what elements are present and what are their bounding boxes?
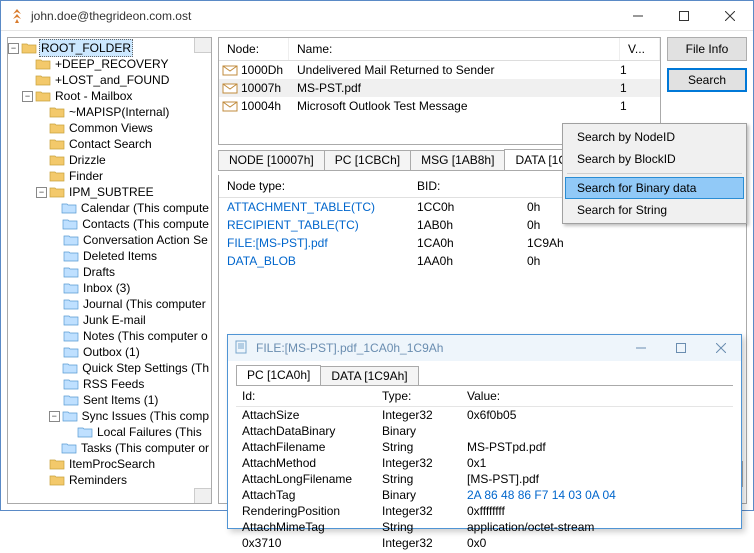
tree-item[interactable]: −IPM_SUBTREE <box>8 184 211 200</box>
property-row[interactable]: AttachMethodInteger320x1 <box>236 455 733 471</box>
close-button[interactable] <box>707 1 753 31</box>
tree-twisty[interactable]: − <box>22 91 33 102</box>
property-row[interactable]: AttachDataBinaryBinary <box>236 423 733 439</box>
property-row[interactable]: AttachSizeInteger320x6f0b05 <box>236 407 733 423</box>
folder-tree[interactable]: −ROOT_FOLDER+DEEP_RECOVERY+LOST_and_FOUN… <box>7 37 212 504</box>
tree-item[interactable]: Local Failures (This <box>8 424 211 440</box>
tree-item[interactable]: Calendar (This compute <box>8 200 211 216</box>
tab-node[interactable]: NODE [10007h] <box>218 150 325 170</box>
tree-item[interactable]: Drafts <box>8 264 211 280</box>
tree-item[interactable]: +LOST_and_FOUND <box>8 72 211 88</box>
col-nodetype[interactable]: Node type: <box>219 175 409 197</box>
tab-msg[interactable]: MSG [1AB8h] <box>410 150 505 170</box>
tree-twisty[interactable]: − <box>8 43 19 54</box>
col-name[interactable]: Name: <box>289 38 620 60</box>
property-row[interactable]: AttachTagBinary2A 86 48 86 F7 14 03 0A 0… <box>236 487 733 503</box>
property-row[interactable]: RenderingPositionInteger320xffffffff <box>236 503 733 519</box>
col-node[interactable]: Node: <box>219 38 289 60</box>
tree-item[interactable]: RSS Feeds <box>8 376 211 392</box>
col-bid[interactable]: BID: <box>409 175 519 197</box>
col-v[interactable]: V... <box>620 38 660 60</box>
tree-item[interactable]: Journal (This computer <box>8 296 211 312</box>
tree-twisty[interactable]: − <box>36 187 47 198</box>
property-window: FILE:[MS-PST].pdf_1CA0h_1C9Ah PC [1CA0h]… <box>227 334 742 529</box>
node-row[interactable]: 10007hMS-PST.pdf1 <box>219 79 660 97</box>
tree-item[interactable]: −ROOT_FOLDER <box>8 40 211 56</box>
tree-item[interactable]: Inbox (3) <box>8 280 211 296</box>
subtab-pc[interactable]: PC [1CA0h] <box>236 365 321 385</box>
tree-item[interactable]: −Root - Mailbox <box>8 88 211 104</box>
subwin-close[interactable] <box>701 335 741 361</box>
maximize-button[interactable] <box>661 1 707 31</box>
tree-item[interactable]: +DEEP_RECOVERY <box>8 56 211 72</box>
tree-item[interactable]: Junk E-mail <box>8 312 211 328</box>
tree-item[interactable]: Reminders <box>8 472 211 488</box>
minimize-button[interactable] <box>615 1 661 31</box>
tree-item[interactable]: Sent Items (1) <box>8 392 211 408</box>
tree-item[interactable]: Drizzle <box>8 152 211 168</box>
menu-separator <box>567 173 742 174</box>
search-button[interactable]: Search <box>667 68 747 92</box>
mail-icon <box>219 100 241 112</box>
node-row[interactable]: 10004hMicrosoft Outlook Test Message1 <box>219 97 660 115</box>
doc-icon <box>234 340 250 356</box>
tree-item[interactable]: Quick Step Settings (Th <box>8 360 211 376</box>
col-value[interactable]: Value: <box>461 386 733 406</box>
tree-item[interactable]: Tasks (This computer or <box>8 440 211 456</box>
mail-icon <box>219 82 241 94</box>
tree-item[interactable]: Contacts (This compute <box>8 216 211 232</box>
tree-item[interactable]: Contact Search <box>8 136 211 152</box>
search-blockid[interactable]: Search by BlockID <box>565 148 744 170</box>
tree-item[interactable]: Deleted Items <box>8 248 211 264</box>
tree-item[interactable]: −Sync Issues (This comp <box>8 408 211 424</box>
property-row[interactable]: AttachFilenameStringMS-PSTpd.pdf <box>236 439 733 455</box>
property-row[interactable]: AttachLongFilenameString[MS-PST].pdf <box>236 471 733 487</box>
file-info-button[interactable]: File Info <box>667 37 747 61</box>
search-binary[interactable]: Search for Binary data <box>565 177 744 199</box>
node-row[interactable]: 1000DhUndelivered Mail Returned to Sende… <box>219 61 660 79</box>
tree-item[interactable]: Finder <box>8 168 211 184</box>
tree-item[interactable]: ~MAPISP(Internal) <box>8 104 211 120</box>
subwin-minimize[interactable] <box>621 335 661 361</box>
tree-item[interactable]: Notes (This computer o <box>8 328 211 344</box>
tree-item[interactable]: Outbox (1) <box>8 344 211 360</box>
search-string[interactable]: Search for String <box>565 199 744 221</box>
property-row[interactable]: AttachMimeTagStringapplication/octet-str… <box>236 519 733 535</box>
col-id[interactable]: Id: <box>236 386 376 406</box>
subwin-title: FILE:[MS-PST].pdf_1CA0h_1C9Ah <box>256 341 621 355</box>
tree-item[interactable]: Conversation Action Se <box>8 232 211 248</box>
subtab-data[interactable]: DATA [1C9Ah] <box>320 366 418 385</box>
tree-item[interactable]: ItemProcSearch <box>8 456 211 472</box>
nodetype-row[interactable]: DATA_BLOB1AA0h0h <box>219 252 746 270</box>
nodetype-row[interactable]: FILE:[MS-PST].pdf1CA0h1C9Ah <box>219 234 746 252</box>
tree-twisty[interactable]: − <box>49 411 60 422</box>
property-row[interactable]: 0x3710Integer320x0 <box>236 535 733 551</box>
search-menu: Search by NodeID Search by BlockID Searc… <box>562 123 747 224</box>
col-type[interactable]: Type: <box>376 386 461 406</box>
window-title: john.doe@thegrideon.com.ost <box>31 9 615 23</box>
search-nodeid[interactable]: Search by NodeID <box>565 126 744 148</box>
subwin-maximize[interactable] <box>661 335 701 361</box>
tree-item[interactable]: Common Views <box>8 120 211 136</box>
mail-icon <box>219 64 241 76</box>
app-icon <box>9 8 25 24</box>
tab-pc[interactable]: PC [1CBCh] <box>324 150 411 170</box>
